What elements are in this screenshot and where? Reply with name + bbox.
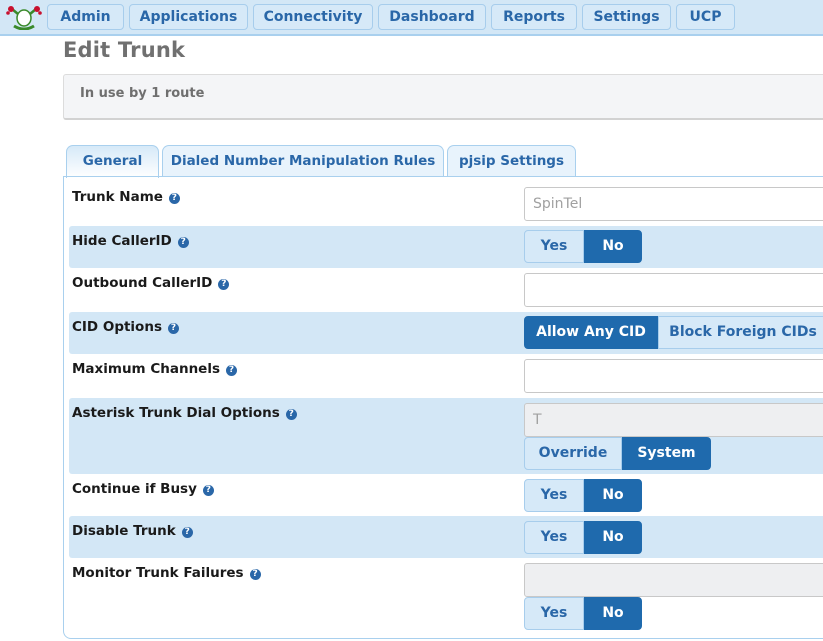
dial-options-system[interactable]: System (622, 437, 711, 470)
help-icon[interactable]: ? (226, 365, 237, 376)
help-icon[interactable]: ? (218, 279, 230, 290)
dial-options-label: Asterisk Trunk Dial Options? (72, 405, 297, 421)
continue-if-busy-toggle: Yes No (524, 479, 642, 512)
disable-trunk-toggle: Yes No (524, 521, 642, 554)
hide-callerid-label-text: Hide CallerID (72, 233, 172, 249)
cid-options-label-text: CID Options (72, 319, 162, 335)
hide-callerid-yes[interactable]: Yes (524, 230, 584, 263)
disable-trunk-label-text: Disable Trunk (72, 523, 176, 539)
help-icon[interactable]: ? (202, 485, 214, 496)
trunk-name-label-text: Trunk Name (72, 189, 163, 205)
help-icon[interactable]: ? (249, 569, 261, 580)
nav-reports[interactable]: Reports (491, 4, 577, 30)
maximum-channels-label-text: Maximum Channels (72, 361, 220, 377)
cid-options-label: CID Options? (72, 319, 179, 335)
monitor-failures-toggle: Yes No (524, 597, 642, 630)
nav-settings[interactable]: Settings (582, 4, 671, 30)
frog-logo-icon[interactable] (5, 4, 43, 31)
hide-callerid-toggle: Yes No (524, 230, 642, 263)
row-continue-if-busy: Continue if Busy? (69, 474, 823, 516)
top-navigation: Admin Applications Connectivity Dashboar… (0, 0, 823, 36)
trunk-name-input[interactable]: SpinTel (524, 187, 823, 221)
monitor-failures-label: Monitor Trunk Failures? (72, 565, 261, 581)
maximum-channels-input[interactable] (524, 359, 823, 393)
continue-if-busy-label-text: Continue if Busy (72, 481, 197, 497)
disable-trunk-yes[interactable]: Yes (524, 521, 584, 554)
continue-if-busy-no[interactable]: No (584, 479, 642, 512)
outbound-callerid-label: Outbound CallerID? (72, 275, 230, 291)
tab-pjsip-settings[interactable]: pjsip Settings (447, 145, 576, 177)
help-icon[interactable]: ? (285, 409, 297, 420)
tab-dialed-number-manipulation-rules[interactable]: Dialed Number Manipulation Rules (162, 145, 444, 177)
outbound-callerid-input[interactable] (524, 273, 823, 307)
nav-dashboard[interactable]: Dashboard (378, 4, 486, 30)
continue-if-busy-label: Continue if Busy? (72, 481, 214, 497)
help-icon[interactable]: ? (177, 237, 189, 248)
monitor-failures-label-text: Monitor Trunk Failures (72, 565, 244, 581)
page-title: Edit Trunk (63, 38, 186, 62)
row-disable-trunk: Disable Trunk? (69, 516, 823, 558)
usage-info-box: In use by 1 route (63, 74, 823, 120)
monitor-failures-no[interactable]: No (584, 597, 642, 630)
usage-info-text: In use by 1 route (80, 86, 205, 101)
monitor-failures-yes[interactable]: Yes (524, 597, 584, 630)
tab-general[interactable]: General (66, 145, 159, 178)
help-icon[interactable]: ? (167, 323, 179, 334)
hide-callerid-label: Hide CallerID? (72, 233, 189, 249)
dial-options-toggle: Override System (524, 437, 711, 470)
cid-allow-any[interactable]: Allow Any CID (524, 316, 658, 349)
cid-block-foreign[interactable]: Block Foreign CIDs (658, 316, 823, 349)
maximum-channels-label: Maximum Channels? (72, 361, 237, 377)
nav-admin[interactable]: Admin (47, 4, 124, 30)
dial-options-label-text: Asterisk Trunk Dial Options (72, 405, 280, 421)
continue-if-busy-yes[interactable]: Yes (524, 479, 584, 512)
monitor-failures-input[interactable] (524, 563, 823, 597)
disable-trunk-no[interactable]: No (584, 521, 642, 554)
nav-applications[interactable]: Applications (129, 4, 248, 30)
outbound-callerid-label-text: Outbound CallerID (72, 275, 213, 291)
hide-callerid-no[interactable]: No (584, 230, 642, 263)
dial-options-input[interactable]: T (524, 403, 823, 437)
help-icon[interactable]: ? (181, 527, 193, 538)
row-hide-callerid: Hide CallerID? (69, 226, 823, 268)
nav-connectivity[interactable]: Connectivity (253, 4, 373, 30)
dial-options-override[interactable]: Override (524, 437, 622, 470)
disable-trunk-label: Disable Trunk? (72, 523, 193, 539)
nav-ucp[interactable]: UCP (676, 4, 735, 30)
trunk-name-label: Trunk Name? (72, 189, 180, 205)
help-icon[interactable]: ? (168, 193, 180, 204)
cid-options-toggle: Allow Any CID Block Foreign CIDs (524, 316, 823, 349)
